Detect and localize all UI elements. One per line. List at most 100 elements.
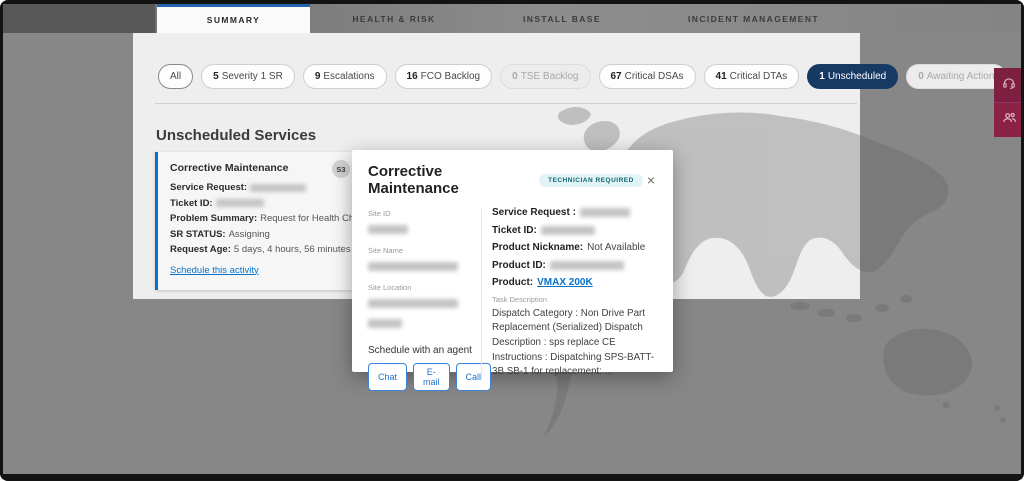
tab-incident-management-label: INCIDENT MANAGEMENT [688, 14, 819, 24]
headset-icon [1002, 76, 1016, 95]
pill-label: All [170, 71, 181, 82]
pill-count: 5 [213, 71, 219, 82]
card-field-sr-status: SR STATUS: Assigning [170, 229, 350, 240]
modal-left-column: Site ID Site Name Site Location Schedule… [368, 207, 481, 391]
filter-pill-critical-dtas[interactable]: 41Critical DTAs [704, 64, 800, 89]
site-name-label: Site Name [368, 246, 481, 255]
modal-field-ticket-id: Ticket ID: [492, 225, 659, 236]
people-icon [1002, 110, 1017, 130]
filter-divider [155, 103, 857, 104]
filter-pill-escalations[interactable]: 9Escalations [303, 64, 387, 89]
agent-button-row: Chat E-mail Call [368, 363, 481, 391]
tab-health-risk-label: HEALTH & RISK [352, 14, 435, 24]
filter-pill-unscheduled[interactable]: 1Unscheduled [807, 64, 898, 89]
tab-install-base[interactable]: INSTALL BASE [478, 4, 646, 33]
schedule-activity-link[interactable]: Schedule this activity [170, 265, 259, 276]
tab-incident-management[interactable]: INCIDENT MANAGEMENT [646, 4, 861, 33]
app-window: SUMMARY HEALTH & RISK INSTALL BASE INCID… [0, 0, 1024, 481]
pill-count: 67 [611, 71, 622, 82]
modal-field-service-request: Service Request : [492, 207, 659, 218]
modal-field-product: Product: VMAX 200K [492, 277, 659, 288]
pill-label: Escalations [323, 71, 374, 82]
redacted-value [580, 208, 630, 217]
chat-button[interactable]: Chat [368, 363, 407, 391]
filter-pill-tse-backlog: 0TSE Backlog [500, 64, 590, 89]
redacted-value [550, 261, 624, 270]
redacted-value [216, 199, 264, 207]
field-label: SR STATUS: [170, 229, 226, 240]
site-id-redacted [368, 225, 408, 234]
pill-count: 9 [315, 71, 321, 82]
filter-pill-all[interactable]: All [158, 64, 193, 89]
modal-right-column: Service Request : Ticket ID: Product Nic… [492, 207, 659, 391]
site-name-redacted [368, 262, 458, 271]
pill-count: 1 [819, 71, 825, 82]
site-location-label: Site Location [368, 283, 481, 292]
pill-label: Severity 1 SR [222, 71, 283, 82]
pill-count: 41 [716, 71, 727, 82]
pill-label: FCO Backlog [421, 71, 480, 82]
card-field-ticket-id: Ticket ID: [170, 198, 350, 209]
pill-label: Unscheduled [828, 71, 886, 82]
field-label: Service Request: [170, 182, 247, 193]
filter-pill-severity-1-sr[interactable]: 5Severity 1 SR [201, 64, 295, 89]
modal-field-product-nickname: Product Nickname: Not Available [492, 242, 659, 253]
site-location-redacted-2 [368, 319, 402, 328]
field-label: Product ID: [492, 260, 546, 271]
pill-count: 16 [407, 71, 418, 82]
site-id-label: Site ID [368, 209, 481, 218]
close-icon[interactable]: × [643, 171, 659, 189]
field-value: Assigning [229, 229, 270, 240]
modal-header: Corrective Maintenance TECHNICIAN REQUIR… [352, 150, 673, 203]
redacted-value [541, 226, 595, 235]
page-title: Unscheduled Services [156, 127, 316, 144]
pill-label: TSE Backlog [521, 71, 579, 82]
support-contact-button[interactable] [994, 68, 1024, 103]
tab-install-base-label: INSTALL BASE [523, 14, 601, 24]
pill-label: Critical DSAs [625, 71, 684, 82]
filter-pill-row: All 5Severity 1 SR 9Escalations 16FCO Ba… [158, 64, 1006, 89]
service-card-title: Corrective Maintenance [170, 162, 350, 174]
corrective-maintenance-modal: Corrective Maintenance TECHNICIAN REQUIR… [352, 150, 673, 372]
filter-pill-awaiting-action: 0Awaiting Action [906, 64, 1006, 89]
tab-summary[interactable]: SUMMARY [157, 4, 310, 33]
product-link[interactable]: VMAX 200K [537, 277, 593, 288]
window-frame-top [0, 0, 1024, 4]
tab-health-risk[interactable]: HEALTH & RISK [310, 4, 478, 33]
card-field-problem-summary: Problem Summary: Request for Health Chec… [170, 213, 350, 224]
field-label: Request Age: [170, 244, 231, 255]
filter-pill-fco-backlog[interactable]: 16FCO Backlog [395, 64, 493, 89]
pill-count: 0 [512, 71, 518, 82]
field-value: Not Available [587, 242, 645, 253]
modal-body: Site ID Site Name Site Location Schedule… [352, 203, 673, 391]
community-button[interactable] [994, 103, 1024, 137]
site-location-redacted [368, 299, 458, 308]
pill-label: Awaiting Action [927, 71, 995, 82]
technician-required-badge: TECHNICIAN REQUIRED [539, 174, 643, 187]
filter-pill-critical-dsas[interactable]: 67Critical DSAs [599, 64, 696, 89]
modal-column-divider [481, 209, 482, 381]
service-card[interactable]: Corrective Maintenance S3 Service Reques… [155, 152, 360, 290]
field-label: Service Request : [492, 207, 576, 218]
redacted-value [250, 184, 306, 192]
task-description-label: Task Description [492, 295, 659, 304]
email-button[interactable]: E-mail [413, 363, 450, 391]
window-frame-bottom [0, 474, 1024, 481]
field-label: Product: [492, 277, 533, 288]
schedule-with-agent-text: Schedule with an agent [368, 345, 481, 356]
card-field-request-age: Request Age: 5 days, 4 hours, 56 minutes [170, 244, 350, 255]
header-left-block [0, 4, 155, 33]
modal-title: Corrective Maintenance [368, 163, 517, 197]
header-tab-bar: SUMMARY HEALTH & RISK INSTALL BASE INCID… [0, 4, 1024, 33]
pill-label: Critical DTAs [730, 71, 788, 82]
field-value: 5 days, 4 hours, 56 minutes [234, 244, 351, 255]
modal-field-product-id: Product ID: [492, 260, 659, 271]
pill-count: 0 [918, 71, 924, 82]
call-button[interactable]: Call [456, 363, 492, 391]
severity-badge: S3 [332, 160, 350, 178]
side-action-buttons [994, 68, 1024, 137]
window-frame-left [0, 0, 3, 481]
tab-summary-label: SUMMARY [207, 15, 260, 25]
field-label: Ticket ID: [170, 198, 213, 209]
field-label: Ticket ID: [492, 225, 537, 236]
